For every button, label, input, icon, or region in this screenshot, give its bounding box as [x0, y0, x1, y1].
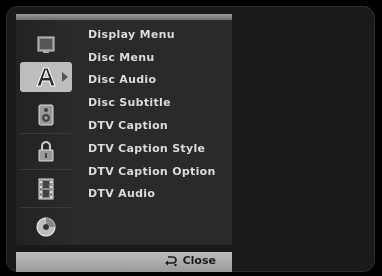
menu-item-display-menu[interactable]: Display Menu [88, 28, 175, 41]
sidebar-divider [20, 169, 72, 170]
lock-icon [38, 141, 54, 162]
setup-screen: Display Menu Disc Menu Disc Audio Disc S… [0, 0, 382, 276]
menu-item-dtv-caption[interactable]: DTV Caption [88, 119, 168, 132]
sidebar-item-language[interactable] [20, 62, 72, 92]
category-sidebar [16, 20, 76, 245]
menu-item-dtv-audio[interactable]: DTV Audio [88, 187, 155, 200]
options-menu: Display Menu Disc Menu Disc Audio Disc S… [76, 20, 232, 245]
speaker-icon [38, 104, 54, 126]
sidebar-item-audio[interactable] [20, 100, 72, 134]
close-button[interactable]: Close [164, 254, 216, 267]
menu-item-disc-audio[interactable]: Disc Audio [88, 73, 156, 86]
sidebar-item-disc[interactable] [20, 212, 72, 242]
tv-screen-icon [37, 36, 55, 53]
menu-item-disc-subtitle[interactable]: Disc Subtitle [88, 96, 171, 109]
disc-icon [36, 217, 56, 237]
menu-item-dtv-caption-option[interactable]: DTV Caption Option [88, 165, 216, 178]
bottom-bar: Close [16, 252, 232, 272]
sidebar-item-display[interactable] [20, 30, 72, 64]
film-icon [38, 178, 54, 200]
sidebar-divider [20, 207, 72, 208]
menu-item-dtv-caption-style[interactable]: DTV Caption Style [88, 142, 205, 155]
sidebar-item-lock[interactable] [20, 136, 72, 170]
language-a-icon [36, 67, 56, 87]
sidebar-item-record[interactable] [20, 174, 72, 208]
close-label: Close [182, 254, 216, 267]
sidebar-divider [20, 133, 72, 134]
return-icon [164, 255, 177, 266]
selected-arrow-icon [62, 72, 68, 82]
menu-item-disc-menu[interactable]: Disc Menu [88, 51, 155, 64]
